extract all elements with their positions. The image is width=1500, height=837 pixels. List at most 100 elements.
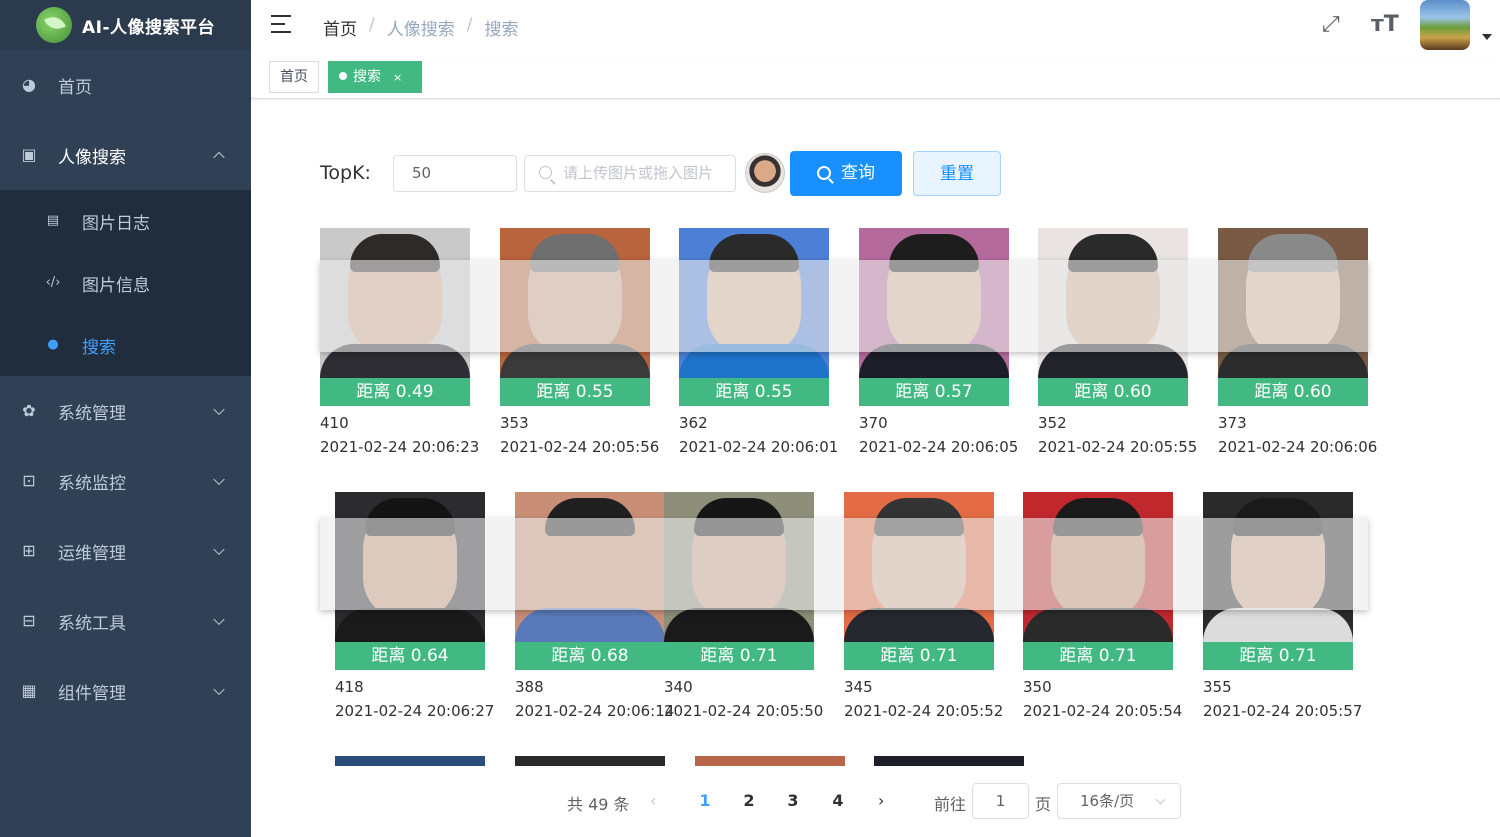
log-icon: ▤ (46, 213, 60, 228)
distance-badge: 距离 0.71 (1203, 642, 1353, 670)
result-id: 418 (335, 678, 364, 696)
overlay-band (320, 518, 1368, 610)
breadcrumb: 首页 / 人像搜索 / 搜索 (323, 15, 518, 40)
pagination-page-unit: 页 (1035, 795, 1052, 814)
sidebar-item-monitor[interactable]: ⊡ 系统监控 (0, 446, 251, 516)
sidebar: AI-人像搜索平台 ◕ 首页 ▣ 人像搜索 ▤ 图片日志 ‹/› 图片信息 ● … (0, 0, 251, 837)
page-size-value: 16条/页 (1080, 792, 1135, 810)
page-number[interactable]: 4 (826, 791, 850, 825)
close-icon[interactable]: × (393, 71, 402, 84)
distance-badge: 距离 0.71 (844, 642, 994, 670)
distance-badge: 距离 0.71 (664, 642, 814, 670)
distance-badge: 距离 0.57 (859, 378, 1009, 406)
sidebar-item-search[interactable]: ● 搜索 (0, 314, 251, 376)
query-button[interactable]: 查询 (790, 151, 902, 196)
distance-badge: 距离 0.60 (1218, 378, 1368, 406)
sidebar-item-ops[interactable]: ⊞ 运维管理 (0, 516, 251, 586)
monitor-icon: ⊡ (22, 471, 36, 490)
result-timestamp: 2021-02-24 20:05:52 (844, 702, 1004, 720)
distance-badge: 距离 0.49 (320, 378, 470, 406)
code-icon: ‹/› (45, 275, 61, 290)
distance-badge: 距离 0.64 (335, 642, 485, 670)
result-image-partial (695, 756, 845, 766)
chevron-left-icon[interactable]: ‹ (650, 791, 656, 825)
breadcrumb-item: 人像搜索 (386, 20, 455, 40)
sidebar-item-system[interactable]: ✿ 系统管理 (0, 376, 251, 446)
sidebar-item-home[interactable]: ◕ 首页 (0, 50, 251, 120)
result-id: 373 (1218, 414, 1247, 432)
pagination-goto-label: 前往 (934, 795, 967, 814)
result-timestamp: 2021-02-24 20:06:23 (320, 438, 480, 456)
reset-button[interactable]: 重置 (913, 151, 1001, 196)
sidebar-item-label: 图片信息 (82, 275, 150, 296)
hamburger-icon[interactable] (271, 15, 291, 33)
logo[interactable]: AI-人像搜索平台 (0, 0, 251, 50)
upload-input[interactable]: 请上传图片或拖入图片 (524, 155, 736, 192)
query-button-label: 查询 (841, 163, 875, 183)
submenu-portrait-search: ▤ 图片日志 ‹/› 图片信息 ● 搜索 (0, 190, 251, 376)
sidebar-item-label: 图片日志 (82, 213, 150, 234)
distance-badge: 距离 0.55 (500, 378, 650, 406)
breadcrumb-item[interactable]: 首页 (323, 15, 357, 40)
avatar[interactable] (1420, 0, 1470, 50)
chevron-down-icon (1155, 794, 1166, 805)
caret-down-icon[interactable] (1482, 34, 1492, 40)
result-id: 352 (1038, 414, 1067, 432)
breadcrumb-item: 搜索 (484, 20, 519, 40)
top-navbar: 首页 / 人像搜索 / 搜索 ⤢ тT (251, 0, 1500, 50)
result-timestamp: 2021-02-24 20:05:54 (1023, 702, 1183, 720)
result-timestamp: 2021-02-24 20:06:27 (335, 702, 495, 720)
result-timestamp: 2021-02-24 20:05:56 (500, 438, 660, 456)
image-icon: ▣ (21, 145, 37, 164)
leaf-logo-icon (36, 7, 72, 43)
chevron-down-icon (213, 473, 225, 486)
result-id: 410 (320, 414, 349, 432)
active-dot-icon (339, 72, 347, 80)
tag-search[interactable]: 搜索 × (328, 61, 422, 93)
topk-label: TopK: (320, 162, 371, 184)
chevron-up-icon (213, 151, 225, 164)
sidebar-item-image-log[interactable]: ▤ 图片日志 (0, 190, 251, 252)
reset-button-label: 重置 (940, 164, 974, 184)
result-id: 353 (500, 414, 529, 432)
overlay-band (320, 260, 1368, 352)
sidebar-item-components[interactable]: ▦ 组件管理 (0, 656, 251, 726)
page-size-select[interactable]: 16条/页 (1057, 783, 1181, 819)
sidebar-item-tools[interactable]: ⊟ 系统工具 (0, 586, 251, 656)
result-timestamp: 2021-02-24 20:06:05 (859, 438, 1019, 456)
result-image-partial (515, 756, 665, 766)
peoples-icon: ● (47, 337, 59, 352)
topk-input[interactable]: 50 (393, 155, 517, 192)
breadcrumb-separator: / (466, 15, 473, 35)
server-icon: ⊞ (22, 541, 36, 560)
sidebar-item-portrait-search[interactable]: ▣ 人像搜索 (0, 120, 251, 190)
chevron-down-icon (213, 613, 225, 626)
pagination-goto-input[interactable]: 1 (972, 783, 1029, 819)
tag-label: 搜索 (353, 69, 381, 85)
tag-home[interactable]: 首页 (269, 61, 319, 93)
page-number[interactable]: 2 (737, 791, 761, 825)
page-number[interactable]: 1 (693, 791, 717, 825)
sidebar-item-label: 系统管理 (58, 403, 126, 424)
result-id: 340 (664, 678, 693, 696)
font-size-icon[interactable]: тT (1371, 12, 1399, 37)
sidebar-item-label: 系统监控 (58, 473, 126, 494)
result-timestamp: 2021-02-24 20:05:50 (664, 702, 824, 720)
grid-icon: ▦ (21, 681, 37, 700)
distance-badge: 距离 0.60 (1038, 378, 1188, 406)
sidebar-item-image-info[interactable]: ‹/› 图片信息 (0, 252, 251, 314)
sidebar-item-label: 组件管理 (58, 683, 126, 704)
breadcrumb-separator: / (369, 15, 375, 35)
fullscreen-icon[interactable]: ⤢ (1322, 12, 1340, 37)
result-id: 362 (679, 414, 708, 432)
sidebar-item-label: 系统工具 (58, 613, 126, 634)
result-timestamp: 2021-02-24 20:05:57 (1203, 702, 1363, 720)
query-image-thumbnail[interactable] (745, 153, 785, 193)
tags-view: 首页 搜索 × (251, 57, 1500, 99)
upload-placeholder: 请上传图片或拖入图片 (563, 164, 714, 182)
result-id: 388 (515, 678, 544, 696)
dashboard-icon: ◕ (22, 75, 36, 94)
page-number[interactable]: 3 (781, 791, 805, 825)
distance-badge: 距离 0.55 (679, 378, 829, 406)
chevron-right-icon[interactable]: › (878, 791, 884, 825)
